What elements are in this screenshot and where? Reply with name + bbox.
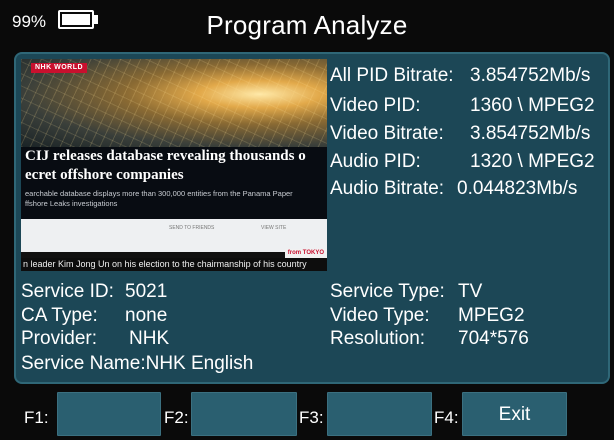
all-pid-bitrate-row: All PID Bitrate: 3.854752Mb/s xyxy=(330,64,590,88)
preview-subtext-line2: ffshore Leaks investigations xyxy=(25,199,118,208)
f3-key-label: F3: xyxy=(299,408,324,427)
preview-view-button: VIEW SITE xyxy=(261,225,287,231)
exit-button[interactable]: Exit xyxy=(462,392,567,436)
video-pid-row: Video PID: 1360 \ MPEG2 xyxy=(330,94,595,118)
video-bitrate-label: Video Bitrate: xyxy=(330,123,444,144)
provider-value: NHK xyxy=(129,328,170,349)
provider-row: Provider: NHK xyxy=(21,327,169,351)
audio-bitrate-label: Audio Bitrate: xyxy=(330,178,445,199)
video-preview: NHK WORLD CIJ releases database revealin… xyxy=(21,59,327,271)
resolution-label: Resolution: xyxy=(330,328,426,349)
audio-bitrate-row: Audio Bitrate: 0.044823Mb/s xyxy=(330,177,577,201)
resolution-row: Resolution: 704*576 xyxy=(330,327,529,351)
audio-pid-label: Audio PID: xyxy=(330,151,421,172)
status-bar: 99% Program Analyze xyxy=(0,0,614,50)
preview-headline-area: CIJ releases database revealing thousand… xyxy=(21,147,327,219)
video-type-value: MPEG2 xyxy=(458,305,525,326)
video-type-label: Video Type: xyxy=(330,305,430,326)
service-id-row: Service ID: 5021 xyxy=(21,280,167,304)
all-pid-bitrate-label: All PID Bitrate: xyxy=(330,65,454,86)
ca-type-label: CA Type: xyxy=(21,305,98,326)
service-id-value: 5021 xyxy=(125,281,168,302)
f2-button[interactable] xyxy=(191,392,297,436)
ticker-text: n leader Kim Jong Un on his election to … xyxy=(23,259,307,269)
audio-pid-value: 1320 \ MPEG2 xyxy=(470,151,595,172)
video-pid-value: 1360 \ MPEG2 xyxy=(470,95,595,116)
provider-label: Provider: xyxy=(21,328,98,349)
ca-type-row: CA Type: none xyxy=(21,304,167,328)
page-title: Program Analyze xyxy=(206,10,408,40)
preview-headline-line1: CIJ releases database revealing thousand… xyxy=(25,148,306,164)
service-name-row: Service Name:NHK English xyxy=(21,352,253,376)
f1-key-label: F1: xyxy=(24,408,49,427)
f3-button[interactable] xyxy=(327,392,432,436)
ca-type-value: none xyxy=(125,305,168,326)
preview-send-button: SEND TO FRIENDS xyxy=(169,225,215,231)
video-pid-label: Video PID: xyxy=(330,95,421,116)
video-type-row: Video Type: MPEG2 xyxy=(330,304,525,328)
video-bitrate-row: Video Bitrate: 3.854752Mb/s xyxy=(330,122,590,146)
audio-pid-row: Audio PID: 1320 \ MPEG2 xyxy=(330,150,595,174)
news-ticker: n leader Kim Jong Un on his election to … xyxy=(21,258,327,271)
preview-headline-line2: ecret offshore companies xyxy=(25,167,184,183)
analyze-panel: NHK WORLD CIJ releases database revealin… xyxy=(14,52,610,384)
f2-key-label: F2: xyxy=(164,408,189,427)
preview-headline: CIJ releases database revealing thousand… xyxy=(25,147,327,185)
all-pid-bitrate-value: 3.854752Mb/s xyxy=(470,65,591,86)
service-name-label: Service Name: xyxy=(21,353,146,374)
service-id-label: Service ID: xyxy=(21,281,114,302)
f1-button[interactable] xyxy=(57,392,161,436)
video-bitrate-value: 3.854752Mb/s xyxy=(470,123,591,144)
nhk-world-logo: NHK WORLD xyxy=(31,63,88,73)
function-key-bar: F1: F2: F3: F4: Exit xyxy=(0,390,614,440)
audio-bitrate-value: 0.044823Mb/s xyxy=(457,178,578,199)
service-type-value: TV xyxy=(458,281,483,302)
service-type-row: Service Type: TV xyxy=(330,280,482,304)
service-type-label: Service Type: xyxy=(330,281,445,302)
f4-key-label: F4: xyxy=(434,408,459,427)
ticker-location-label: from TOKYO xyxy=(284,249,327,258)
preview-subtext-line1: earchable database displays more than 30… xyxy=(25,189,293,198)
preview-subtext: earchable database displays more than 30… xyxy=(25,189,327,209)
service-name-value: NHK English xyxy=(145,353,254,374)
preview-page-area: SEND TO FRIENDS VIEW SITE xyxy=(21,219,327,252)
resolution-value: 704*576 xyxy=(458,328,529,349)
